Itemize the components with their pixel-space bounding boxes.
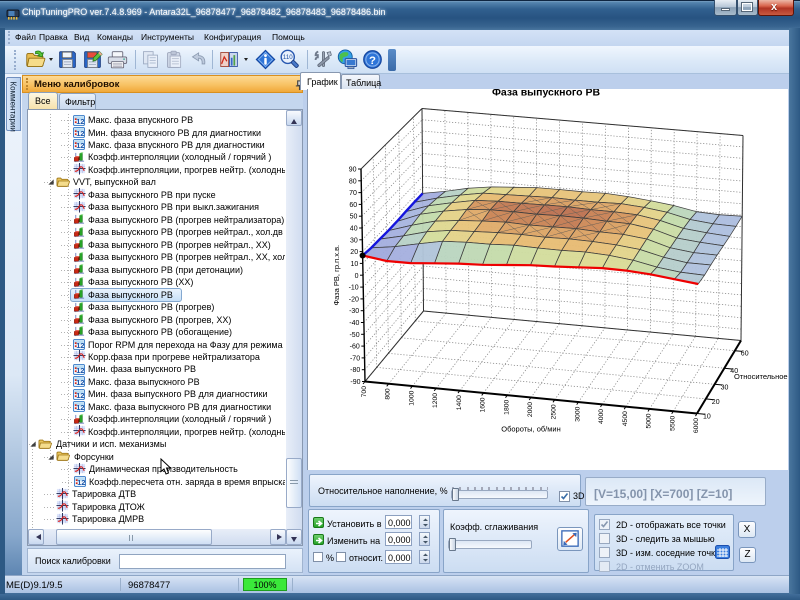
- svg-text:12: 12: [76, 341, 84, 350]
- svg-text:20: 20: [350, 249, 358, 256]
- svg-text:-30: -30: [349, 308, 359, 315]
- svg-text:10: 10: [351, 261, 359, 268]
- svg-text:70: 70: [349, 190, 357, 197]
- svg-text:4000: 4000: [598, 409, 605, 424]
- svg-text:-10: -10: [349, 285, 359, 292]
- svg-text:-40: -40: [349, 320, 359, 327]
- svg-text:-60: -60: [350, 344, 360, 351]
- svg-text:5000: 5000: [646, 413, 653, 428]
- svg-text:2000: 2000: [527, 402, 534, 417]
- svg-text:12: 12: [77, 478, 85, 487]
- svg-text:80: 80: [349, 178, 357, 185]
- svg-text:700: 700: [361, 386, 368, 398]
- svg-text:Фаза РВ, гр.п.х.в.: Фаза РВ, гр.п.х.в.: [332, 245, 341, 306]
- svg-text:20: 20: [712, 399, 720, 406]
- svg-text:1400: 1400: [456, 395, 463, 410]
- svg-text:90: 90: [349, 167, 357, 174]
- svg-text:60: 60: [349, 202, 357, 209]
- svg-text:12: 12: [76, 117, 84, 126]
- svg-text:1000: 1000: [408, 390, 415, 405]
- svg-text:12: 12: [76, 129, 84, 138]
- svg-text:110: 110: [283, 54, 293, 61]
- svg-text:-70: -70: [350, 355, 360, 362]
- svg-text:Относительное наполнение: Относительное наполнение: [734, 372, 788, 381]
- svg-text:1600: 1600: [480, 397, 487, 412]
- svg-text:12: 12: [76, 378, 84, 387]
- svg-text:-80: -80: [350, 367, 360, 374]
- svg-text:10: 10: [703, 414, 711, 421]
- svg-text:40: 40: [350, 226, 358, 233]
- svg-text:6000: 6000: [693, 418, 700, 433]
- svg-text:-20: -20: [349, 296, 359, 303]
- svg-text:800: 800: [385, 388, 392, 400]
- svg-text:60: 60: [741, 351, 749, 358]
- svg-text:2500: 2500: [551, 404, 558, 419]
- svg-text:1800: 1800: [503, 399, 510, 414]
- svg-text:?: ?: [369, 55, 376, 67]
- svg-text:Фаза выпускного РВ: Фаза выпускного РВ: [492, 89, 601, 99]
- svg-text:Обороты, об/мин: Обороты, об/мин: [501, 425, 561, 434]
- svg-text:30: 30: [350, 237, 358, 244]
- svg-text:0: 0: [355, 273, 359, 280]
- svg-text:12: 12: [76, 391, 84, 400]
- svg-text:-50: -50: [349, 332, 359, 339]
- svg-text:12: 12: [76, 366, 84, 375]
- svg-text:12: 12: [76, 141, 84, 150]
- svg-text:12: 12: [76, 403, 84, 412]
- svg-text:-90: -90: [350, 379, 360, 386]
- svg-text:1200: 1200: [432, 393, 439, 408]
- svg-text:50: 50: [350, 214, 358, 221]
- svg-text:30: 30: [721, 384, 729, 391]
- svg-text:3000: 3000: [574, 406, 581, 421]
- svg-text:5500: 5500: [669, 415, 676, 430]
- svg-text:4500: 4500: [622, 411, 629, 426]
